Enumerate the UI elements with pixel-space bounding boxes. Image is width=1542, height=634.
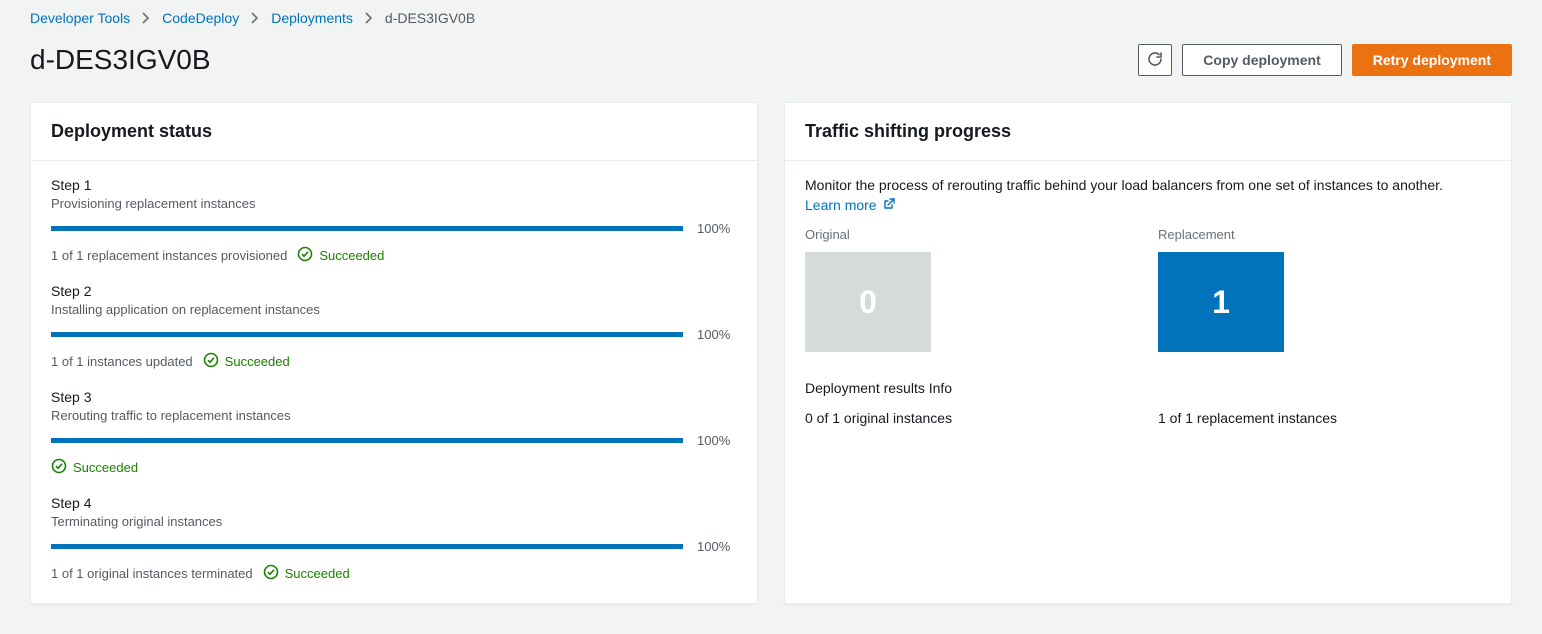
chevron-right-icon [142, 12, 150, 24]
original-tile: 0 [805, 252, 931, 352]
status-label: Succeeded [319, 248, 384, 263]
step-title: Step 2 [51, 283, 737, 299]
status-label: Succeeded [225, 354, 290, 369]
step-status: 1 of 1 original instances terminated Suc… [51, 564, 737, 583]
panel-title: Traffic shifting progress [805, 121, 1491, 142]
external-link-icon [883, 197, 895, 213]
panel-body: Step 1 Provisioning replacement instance… [31, 161, 757, 603]
status-prefix: 1 of 1 instances updated [51, 354, 193, 369]
progress-percent: 100% [697, 221, 737, 236]
breadcrumb: Developer Tools CodeDeploy Deployments d… [30, 10, 1512, 26]
status-prefix: 1 of 1 replacement instances provisioned [51, 248, 287, 263]
status-label: Succeeded [285, 566, 350, 581]
breadcrumb-link-developer-tools[interactable]: Developer Tools [30, 10, 130, 26]
progress-percent: 100% [697, 433, 737, 448]
panel-title: Deployment status [51, 121, 737, 142]
refresh-button[interactable] [1138, 44, 1172, 76]
refresh-icon [1147, 51, 1163, 70]
progress-row: 100% [51, 433, 737, 448]
traffic-shifting-panel: Traffic shifting progress Monitor the pr… [784, 102, 1512, 604]
check-circle-icon [297, 246, 313, 265]
status-badge: Succeeded [203, 352, 290, 371]
breadcrumb-current: d-DES3IGV0B [385, 10, 475, 26]
replacement-label: Replacement [1158, 227, 1491, 242]
step-description: Provisioning replacement instances [51, 196, 737, 211]
status-badge: Succeeded [263, 564, 350, 583]
step-description: Rerouting traffic to replacement instanc… [51, 408, 737, 423]
breadcrumb-link-codedeploy[interactable]: CodeDeploy [162, 10, 239, 26]
progress-row: 100% [51, 327, 737, 342]
deployment-step: Step 2 Installing application on replace… [51, 283, 737, 371]
check-circle-icon [51, 458, 67, 477]
step-status: Succeeded [51, 458, 737, 477]
check-circle-icon [203, 352, 219, 371]
deployment-status-panel: Deployment status Step 1 Provisioning re… [30, 102, 758, 604]
progress-row: 100% [51, 221, 737, 236]
progress-row: 100% [51, 539, 737, 554]
deployment-step: Step 4 Terminating original instances 10… [51, 495, 737, 583]
traffic-columns: Original 0 Replacement 1 [805, 227, 1491, 352]
progress-percent: 100% [697, 327, 737, 342]
original-result: 0 of 1 original instances [805, 410, 1138, 426]
progress-bar [51, 332, 683, 337]
panels: Deployment status Step 1 Provisioning re… [30, 102, 1512, 604]
step-title: Step 4 [51, 495, 737, 511]
retry-deployment-button[interactable]: Retry deployment [1352, 44, 1512, 76]
traffic-shifting-description: Monitor the process of rerouting traffic… [805, 177, 1491, 193]
step-status: 1 of 1 instances updated Succeeded [51, 352, 737, 371]
progress-bar [51, 544, 683, 549]
original-column: Original 0 [805, 227, 1138, 352]
learn-more-label: Learn more [805, 197, 877, 213]
page-header: d-DES3IGV0B Copy deployment Retry deploy… [30, 44, 1512, 76]
deployment-step: Step 1 Provisioning replacement instance… [51, 177, 737, 265]
deployment-step: Step 3 Rerouting traffic to replacement … [51, 389, 737, 477]
chevron-right-icon [365, 12, 373, 24]
step-status: 1 of 1 replacement instances provisioned… [51, 246, 737, 265]
progress-bar [51, 226, 683, 231]
copy-deployment-button[interactable]: Copy deployment [1182, 44, 1341, 76]
step-title: Step 1 [51, 177, 737, 193]
panel-body: Monitor the process of rerouting traffic… [785, 161, 1511, 446]
step-description: Installing application on replacement in… [51, 302, 737, 317]
page-actions: Copy deployment Retry deployment [1138, 44, 1512, 76]
page-title: d-DES3IGV0B [30, 44, 211, 76]
replacement-tile: 1 [1158, 252, 1284, 352]
status-badge: Succeeded [297, 246, 384, 265]
progress-bar [51, 438, 683, 443]
replacement-column: Replacement 1 [1158, 227, 1491, 352]
deployment-results: 0 of 1 original instances 1 of 1 replace… [805, 410, 1491, 426]
panel-header: Deployment status [31, 103, 757, 161]
replacement-result: 1 of 1 replacement instances [1158, 410, 1491, 426]
step-description: Terminating original instances [51, 514, 737, 529]
chevron-right-icon [251, 12, 259, 24]
breadcrumb-link-deployments[interactable]: Deployments [271, 10, 353, 26]
check-circle-icon [263, 564, 279, 583]
status-badge: Succeeded [51, 458, 138, 477]
status-prefix: 1 of 1 original instances terminated [51, 566, 253, 581]
progress-percent: 100% [697, 539, 737, 554]
panel-header: Traffic shifting progress [785, 103, 1511, 161]
step-title: Step 3 [51, 389, 737, 405]
original-label: Original [805, 227, 1138, 242]
deployment-results-label: Deployment results Info [805, 380, 1491, 396]
learn-more-link[interactable]: Learn more [805, 197, 895, 213]
status-label: Succeeded [73, 460, 138, 475]
